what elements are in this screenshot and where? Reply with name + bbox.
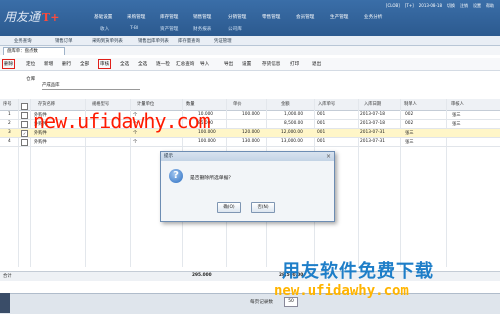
menu-distribution[interactable]: 分销管理 bbox=[228, 14, 246, 20]
audit-button[interactable]: 审核 bbox=[97, 59, 112, 69]
row-checkbox[interactable] bbox=[21, 121, 28, 128]
menu-inventory[interactable]: 库存管理 bbox=[160, 14, 178, 20]
col-header-spec: 规格型号 bbox=[92, 102, 110, 107]
row-checkbox[interactable] bbox=[21, 139, 28, 146]
delete-row-button[interactable]: 删行 bbox=[62, 61, 71, 67]
sidebar-toggle-icon[interactable] bbox=[0, 293, 10, 313]
row-checkbox[interactable] bbox=[21, 112, 28, 119]
col-header-auditor: 审核人 bbox=[451, 102, 464, 107]
confirm-button[interactable]: 确(O) bbox=[217, 202, 241, 213]
menu-analysis[interactable]: 业务分析 bbox=[364, 14, 382, 20]
menu-members[interactable]: 会员管理 bbox=[296, 14, 314, 20]
check-each-button[interactable]: 逐一检 bbox=[156, 61, 170, 67]
summary-query-button[interactable]: 汇总查询 bbox=[176, 61, 194, 67]
open-tab[interactable]: 采购到货单列表 bbox=[92, 38, 123, 44]
top-header: 用友通 T+ [CLOB] [T+] 2013-08-18 切换 注销 设置 帮助… bbox=[0, 0, 500, 36]
cancel-button[interactable]: 否(N) bbox=[251, 202, 275, 213]
col-header-code: 入库单号 bbox=[318, 102, 336, 107]
login-date: 2013-08-18 bbox=[418, 3, 442, 8]
document-tab-bar bbox=[0, 46, 500, 55]
col-header-no: 序号 bbox=[3, 102, 12, 107]
open-tab[interactable]: 销售订单 bbox=[55, 38, 73, 44]
select-all-checkbox[interactable] bbox=[21, 103, 28, 110]
account-label: [CLOB] bbox=[385, 3, 400, 8]
open-tab[interactable]: 凭证管理 bbox=[214, 38, 232, 44]
menu-production[interactable]: 生产管理 bbox=[330, 14, 348, 20]
top-right-links: [CLOB] [T+] 2013-08-18 切换 注销 设置 帮助 bbox=[386, 3, 494, 9]
print-button[interactable]: 打印 bbox=[290, 61, 299, 67]
menu-assets[interactable]: 资产管理 bbox=[160, 26, 178, 32]
dialog-title: 提示 bbox=[161, 152, 334, 161]
help-link[interactable]: 帮助 bbox=[486, 3, 494, 9]
logout-link[interactable]: 注销 bbox=[460, 3, 468, 9]
open-tab[interactable]: 销售出库单列表 bbox=[138, 38, 169, 44]
import-button[interactable]: 导入 bbox=[200, 61, 209, 67]
delete-button[interactable]: 删除 bbox=[1, 59, 16, 69]
menu-purchase[interactable]: 采购管理 bbox=[127, 14, 145, 20]
col-header-unit: 计量单位 bbox=[137, 102, 155, 107]
all-button[interactable]: 全部 bbox=[80, 61, 89, 67]
menu-reports[interactable]: 财务报表 bbox=[193, 26, 211, 32]
select-all-button-2[interactable]: 全选 bbox=[138, 61, 147, 67]
tab-document[interactable]: 盘库单：盘点数 bbox=[3, 47, 65, 55]
total-qty: 295.000 bbox=[192, 273, 212, 278]
col-header-amount: 金额 bbox=[281, 102, 290, 107]
question-icon: ? bbox=[169, 169, 183, 183]
warehouse-field[interactable]: 产成品库 bbox=[42, 82, 140, 90]
table-row[interactable]: 4 外购件 个 100.000 130.000 13,000.00 001 20… bbox=[0, 138, 500, 147]
page-size-label: 每页记录数 bbox=[250, 300, 273, 305]
switch-link[interactable]: 切换 bbox=[447, 3, 455, 9]
add-button[interactable]: 新增 bbox=[44, 61, 53, 67]
watermark-url: new.ufidawhy.com bbox=[33, 109, 211, 133]
open-tab[interactable]: 库存量查询 bbox=[178, 38, 200, 44]
menu-tbi[interactable]: T-BI bbox=[130, 26, 138, 31]
dialog-message: 是否删除所选单据？ bbox=[190, 176, 234, 181]
locate-button[interactable]: 定位 bbox=[26, 61, 35, 67]
col-header-name: 存货名称 bbox=[38, 102, 56, 107]
menu-company[interactable]: 公司库 bbox=[228, 26, 242, 32]
export-button[interactable]: 导出 bbox=[224, 61, 233, 67]
confirm-dialog: 提示 × ? 是否删除所选单据？ 确(O) 否(N) bbox=[160, 151, 335, 222]
col-header-date: 入库日期 bbox=[364, 102, 382, 107]
app-logo: 用友通 T+ bbox=[4, 10, 60, 24]
settings-button[interactable]: 设置 bbox=[242, 61, 251, 67]
toolbar: 删除 定位 新增 删行 全部 审核 全选 全选 逐一检 汇总查询 导入 导出 设… bbox=[0, 58, 500, 71]
total-label: 合计 bbox=[3, 274, 12, 279]
col-header-maker: 制单人 bbox=[404, 102, 417, 107]
select-all-button[interactable]: 全选 bbox=[120, 61, 129, 67]
promo-text: 用友软件免费下载 bbox=[282, 261, 434, 282]
status-bar: 每页记录数 50 bbox=[0, 293, 500, 314]
open-tab[interactable]: 业务查询 bbox=[14, 38, 32, 44]
menu-sales[interactable]: 销售管理 bbox=[193, 14, 211, 20]
menu-basic-settings[interactable]: 基础设置 bbox=[94, 14, 112, 20]
promo-url: new.ufidawhy.com bbox=[274, 283, 409, 299]
product-label: [T+] bbox=[404, 3, 414, 8]
row-checkbox-checked[interactable]: ✓ bbox=[21, 130, 28, 137]
col-header-qty: 数量 bbox=[186, 102, 195, 107]
exit-button[interactable]: 退出 bbox=[312, 61, 321, 67]
menu-retail[interactable]: 零售管理 bbox=[262, 14, 280, 20]
open-tabs-bar: 业务查询 销售订单 采购到货单列表 销售出库单列表 库存量查询 凭证管理 bbox=[0, 36, 500, 46]
settings-link[interactable]: 设置 bbox=[473, 3, 481, 9]
close-icon[interactable]: × bbox=[326, 153, 331, 160]
stock-info-button[interactable]: 存货信息 bbox=[262, 61, 280, 67]
menu-income[interactable]: 收入 bbox=[100, 26, 109, 32]
warehouse-label: 仓库 bbox=[26, 77, 36, 82]
col-header-price: 单价 bbox=[233, 102, 242, 107]
